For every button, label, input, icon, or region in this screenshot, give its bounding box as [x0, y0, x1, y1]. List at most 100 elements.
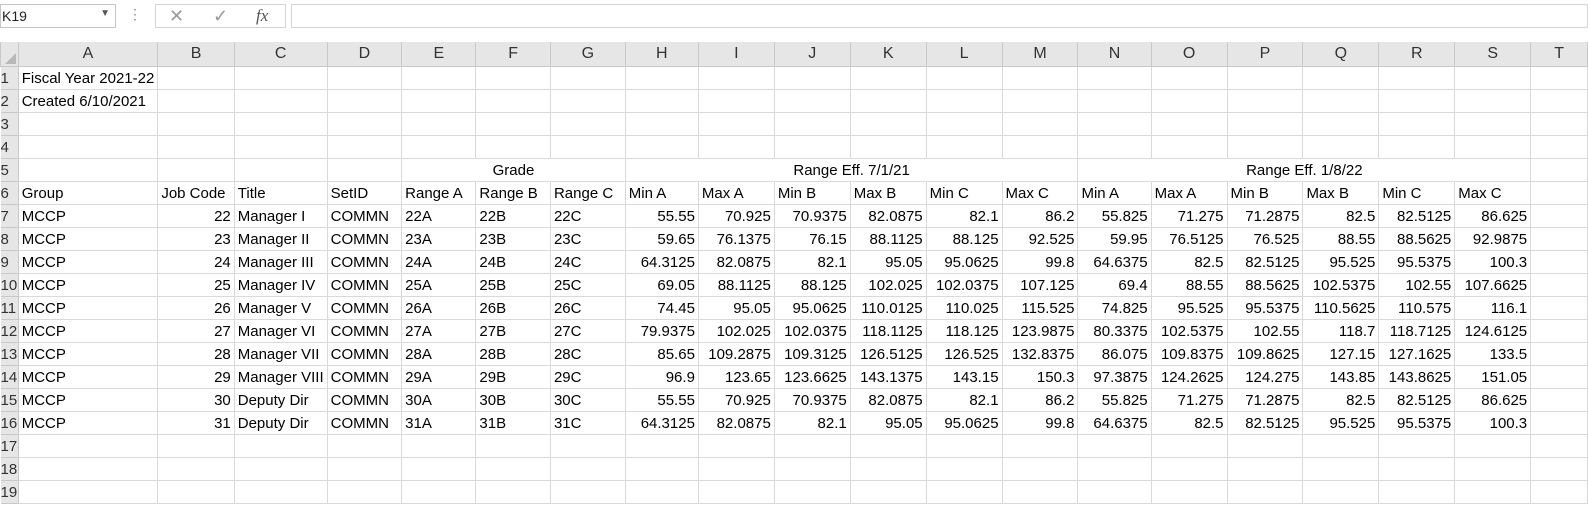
- column-header-g[interactable]: G: [549, 42, 626, 67]
- cell-k16[interactable]: 95.05: [849, 411, 927, 435]
- cell-n16[interactable]: 64.6375: [1077, 411, 1152, 435]
- cell-m11[interactable]: 115.525: [1001, 296, 1079, 320]
- cell-e18[interactable]: [401, 457, 477, 481]
- cell-k18[interactable]: [849, 457, 927, 481]
- cell-b12[interactable]: 27: [157, 319, 235, 343]
- cell-i1[interactable]: [697, 66, 775, 90]
- cell-e16[interactable]: 31A: [401, 411, 477, 435]
- cell-s9[interactable]: 100.3: [1454, 250, 1532, 274]
- cell-l16[interactable]: 95.0625: [925, 411, 1003, 435]
- cell-a13[interactable]: MCCP: [17, 342, 159, 366]
- cell-i14[interactable]: 123.65: [697, 365, 775, 389]
- row-header-13[interactable]: 13: [0, 342, 19, 366]
- cell-o11[interactable]: 95.525: [1150, 296, 1228, 320]
- cell-f6[interactable]: Range B: [475, 181, 551, 205]
- column-header-b[interactable]: B: [157, 42, 235, 67]
- cell-n10[interactable]: 69.4: [1077, 273, 1152, 297]
- cell-n8[interactable]: 59.95: [1077, 227, 1152, 251]
- cell-b2[interactable]: [157, 89, 235, 113]
- cell-g14[interactable]: 29C: [549, 365, 626, 389]
- cell-a1[interactable]: Fiscal Year 2021-22: [17, 66, 159, 90]
- cell-q16[interactable]: 95.525: [1302, 411, 1380, 435]
- cell-r19[interactable]: [1378, 480, 1456, 504]
- cell-o12[interactable]: 102.5375: [1150, 319, 1228, 343]
- column-header-m[interactable]: M: [1001, 42, 1079, 67]
- cell-i6[interactable]: Max A: [697, 181, 775, 205]
- cell-a19[interactable]: [17, 480, 159, 504]
- cell-f12[interactable]: 27B: [475, 319, 551, 343]
- cell-i3[interactable]: [697, 112, 775, 136]
- cell-b15[interactable]: 30: [157, 388, 235, 412]
- cell-k2[interactable]: [849, 89, 927, 113]
- cell-a10[interactable]: MCCP: [17, 273, 159, 297]
- cell-j18[interactable]: [773, 457, 851, 481]
- cell-h15[interactable]: 55.55: [624, 388, 699, 412]
- cell-q1[interactable]: [1302, 66, 1380, 90]
- cell-p10[interactable]: 88.5625: [1226, 273, 1304, 297]
- cell-p9[interactable]: 82.5125: [1226, 250, 1304, 274]
- cell-e8[interactable]: 23A: [401, 227, 477, 251]
- cell-r18[interactable]: [1378, 457, 1456, 481]
- cell-o8[interactable]: 76.5125: [1150, 227, 1228, 251]
- cell-q17[interactable]: [1302, 434, 1380, 458]
- cell-b14[interactable]: 29: [157, 365, 235, 389]
- cell-o19[interactable]: [1150, 480, 1228, 504]
- column-header-l[interactable]: L: [925, 42, 1003, 67]
- cell-q14[interactable]: 143.85: [1302, 365, 1380, 389]
- cell-r10[interactable]: 102.55: [1378, 273, 1456, 297]
- cell-h5[interactable]: Range Eff. 7/1/21: [624, 158, 1079, 182]
- enter-check-icon[interactable]: ✓: [213, 6, 228, 27]
- cell-d13[interactable]: COMMN: [326, 342, 403, 366]
- cell-k13[interactable]: 126.5125: [849, 342, 927, 366]
- cell-a17[interactable]: [17, 434, 159, 458]
- cell-r8[interactable]: 88.5625: [1378, 227, 1456, 251]
- cell-o1[interactable]: [1150, 66, 1228, 90]
- name-box-dropdown-icon[interactable]: ▼: [100, 8, 110, 19]
- cell-r15[interactable]: 82.5125: [1378, 388, 1456, 412]
- cell-n13[interactable]: 86.075: [1077, 342, 1152, 366]
- cell-r1[interactable]: [1378, 66, 1456, 90]
- cell-f9[interactable]: 24B: [475, 250, 551, 274]
- cell-r16[interactable]: 95.5375: [1378, 411, 1456, 435]
- cell-p16[interactable]: 82.5125: [1226, 411, 1304, 435]
- cell-i7[interactable]: 70.925: [697, 204, 775, 228]
- cell-n1[interactable]: [1077, 66, 1152, 90]
- cell-p8[interactable]: 76.525: [1226, 227, 1304, 251]
- cell-m14[interactable]: 150.3: [1001, 365, 1079, 389]
- cell-d11[interactable]: COMMN: [326, 296, 403, 320]
- cell-a8[interactable]: MCCP: [17, 227, 159, 251]
- cell-g2[interactable]: [549, 89, 626, 113]
- cell-q9[interactable]: 95.525: [1302, 250, 1380, 274]
- cell-a9[interactable]: MCCP: [17, 250, 159, 274]
- cell-k3[interactable]: [849, 112, 927, 136]
- cell-k17[interactable]: [849, 434, 927, 458]
- cell-e17[interactable]: [401, 434, 477, 458]
- cell-j17[interactable]: [773, 434, 851, 458]
- cell-t12[interactable]: [1530, 319, 1588, 343]
- column-header-d[interactable]: D: [326, 42, 403, 67]
- cell-b18[interactable]: [157, 457, 235, 481]
- row-header-18[interactable]: 18: [0, 457, 19, 481]
- cell-q18[interactable]: [1302, 457, 1380, 481]
- cell-b17[interactable]: [157, 434, 235, 458]
- cell-t9[interactable]: [1530, 250, 1588, 274]
- cell-t2[interactable]: [1530, 89, 1588, 113]
- cell-s17[interactable]: [1454, 434, 1532, 458]
- cell-s19[interactable]: [1454, 480, 1532, 504]
- cell-e2[interactable]: [401, 89, 477, 113]
- name-box[interactable]: K19 ▼: [0, 4, 116, 28]
- cell-d4[interactable]: [326, 135, 403, 159]
- row-header-10[interactable]: 10: [0, 273, 19, 297]
- cell-r9[interactable]: 95.5375: [1378, 250, 1456, 274]
- cell-p18[interactable]: [1226, 457, 1304, 481]
- cell-a3[interactable]: [17, 112, 159, 136]
- cell-o14[interactable]: 124.2625: [1150, 365, 1228, 389]
- cell-p4[interactable]: [1226, 135, 1304, 159]
- cell-e9[interactable]: 24A: [401, 250, 477, 274]
- cell-d2[interactable]: [326, 89, 403, 113]
- cell-l15[interactable]: 82.1: [925, 388, 1003, 412]
- cell-e7[interactable]: 22A: [401, 204, 477, 228]
- cell-d14[interactable]: COMMN: [326, 365, 403, 389]
- cell-e4[interactable]: [401, 135, 477, 159]
- cell-t3[interactable]: [1530, 112, 1588, 136]
